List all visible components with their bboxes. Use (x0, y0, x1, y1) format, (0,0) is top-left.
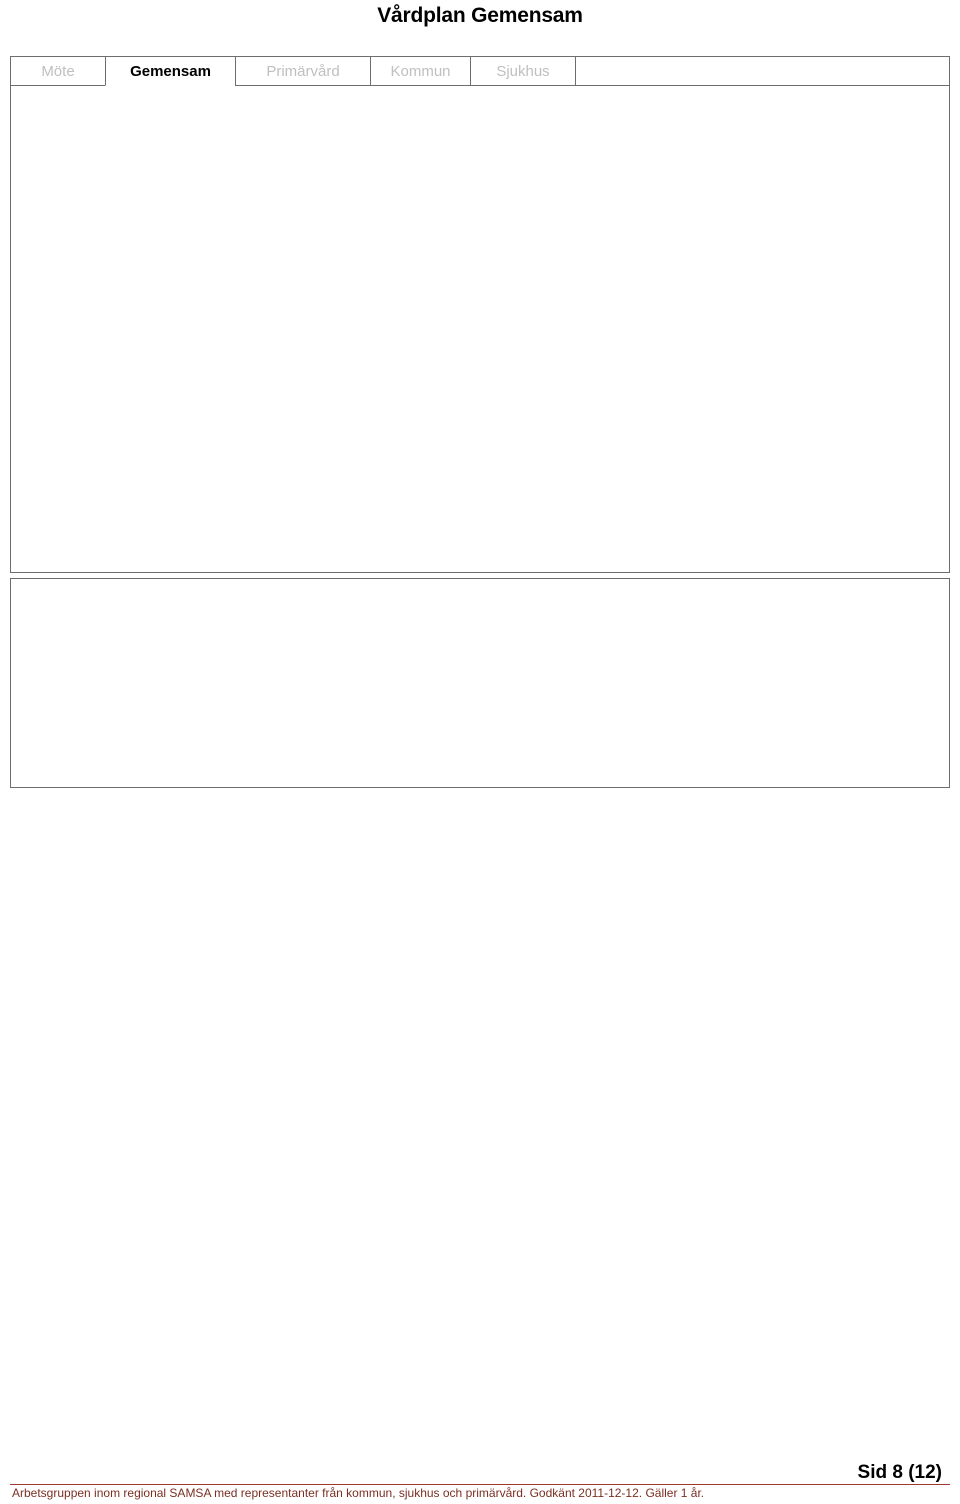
footer-divider (10, 1484, 950, 1485)
page-number: Sid 8 (12) (857, 1462, 942, 1483)
tab-sjukhus[interactable]: Sjukhus (470, 56, 575, 86)
tab-primarvard[interactable]: Primärvård (235, 56, 370, 86)
main-panel (10, 85, 950, 573)
bottom-panel (10, 578, 950, 788)
tab-mote[interactable]: Möte (10, 56, 105, 86)
page-title: Vårdplan Gemensam (377, 4, 583, 27)
footer-note: Arbetsgruppen inom regional SAMSA med re… (12, 1486, 705, 1500)
tab-kommun[interactable]: Kommun (370, 56, 470, 86)
tab-bar-filler (575, 56, 950, 86)
tab-gemensam[interactable]: Gemensam (105, 56, 235, 86)
tab-bar: Möte Gemensam Primärvård Kommun Sjukhus (10, 56, 950, 86)
